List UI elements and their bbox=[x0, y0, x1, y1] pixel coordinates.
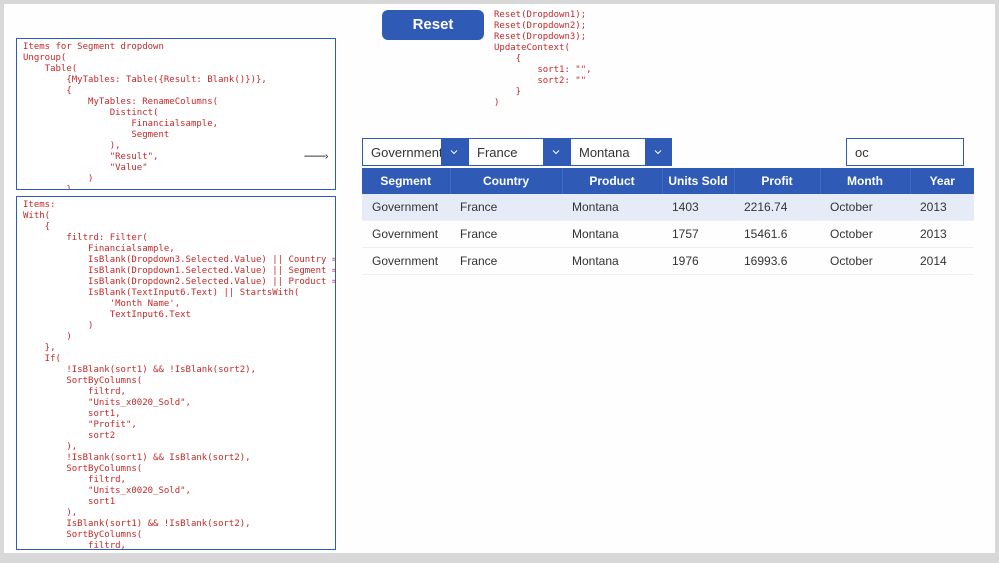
cell-units: 1976 bbox=[662, 248, 734, 275]
cell-profit: 15461.6 bbox=[734, 221, 820, 248]
table-header-row: Segment Country Product Units Sold Profi… bbox=[362, 168, 974, 194]
product-dropdown[interactable]: Montana bbox=[570, 138, 672, 166]
cell-year: 2013 bbox=[910, 194, 974, 221]
segment-dropdown-value: Government bbox=[363, 139, 441, 165]
cell-country: France bbox=[450, 194, 562, 221]
cell-country: France bbox=[450, 248, 562, 275]
country-dropdown-value: France bbox=[469, 139, 543, 165]
segment-items-code: Items for Segment dropdown Ungroup( Tabl… bbox=[16, 38, 336, 190]
header-country[interactable]: Country bbox=[450, 168, 562, 194]
gallery-items-code: Items: With( { filtrd: Filter( Financial… bbox=[16, 196, 336, 550]
cell-segment: Government bbox=[362, 221, 450, 248]
cell-segment: Government bbox=[362, 194, 450, 221]
chevron-down-icon bbox=[543, 139, 569, 165]
cell-product: Montana bbox=[562, 248, 662, 275]
cell-product: Montana bbox=[562, 194, 662, 221]
app-canvas: Reset Reset(Dropdown1); Reset(Dropdown2)… bbox=[4, 4, 995, 553]
cell-month: October bbox=[820, 221, 910, 248]
country-dropdown[interactable]: France bbox=[468, 138, 570, 166]
header-month[interactable]: Month bbox=[820, 168, 910, 194]
table-row[interactable]: Government France Montana 1403 2216.74 O… bbox=[362, 194, 974, 221]
cell-profit: 16993.6 bbox=[734, 248, 820, 275]
cell-units: 1757 bbox=[662, 221, 734, 248]
reset-button[interactable]: Reset bbox=[382, 10, 484, 40]
header-year[interactable]: Year bbox=[910, 168, 974, 194]
cell-units: 1403 bbox=[662, 194, 734, 221]
cell-profit: 2216.74 bbox=[734, 194, 820, 221]
header-profit[interactable]: Profit bbox=[734, 168, 820, 194]
chevron-down-icon bbox=[645, 139, 671, 165]
cell-product: Montana bbox=[562, 221, 662, 248]
product-dropdown-value: Montana bbox=[571, 139, 645, 165]
table-row[interactable]: Government France Montana 1757 15461.6 O… bbox=[362, 221, 974, 248]
cell-month: October bbox=[820, 248, 910, 275]
cell-year: 2014 bbox=[910, 248, 974, 275]
cell-month: October bbox=[820, 194, 910, 221]
header-units[interactable]: Units Sold bbox=[662, 168, 734, 194]
header-product[interactable]: Product bbox=[562, 168, 662, 194]
header-segment[interactable]: Segment bbox=[362, 168, 450, 194]
cell-year: 2013 bbox=[910, 221, 974, 248]
table-row[interactable]: Government France Montana 1976 16993.6 O… bbox=[362, 248, 974, 275]
reset-formula-code: Reset(Dropdown1); Reset(Dropdown2); Rese… bbox=[494, 10, 592, 109]
chevron-down-icon bbox=[441, 139, 467, 165]
results-table: Segment Country Product Units Sold Profi… bbox=[362, 168, 974, 275]
segment-dropdown[interactable]: Government bbox=[362, 138, 468, 166]
filter-dropdowns: Government France Montana bbox=[362, 138, 672, 166]
cell-country: France bbox=[450, 221, 562, 248]
connector-arrow: ---------› bbox=[304, 151, 327, 162]
search-input[interactable] bbox=[846, 138, 964, 166]
cell-segment: Government bbox=[362, 248, 450, 275]
